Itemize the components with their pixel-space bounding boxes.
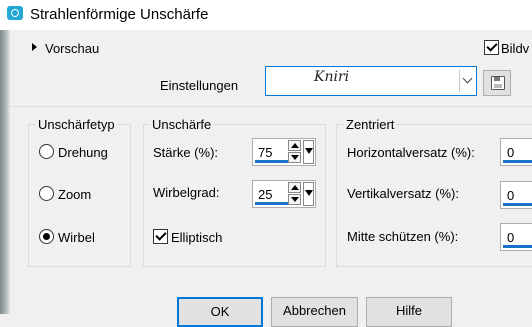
save-preset-button[interactable] (483, 70, 511, 96)
value-underline (503, 160, 532, 163)
v-offset-label: Vertikalversatz (%): (347, 186, 459, 201)
v-offset-value[interactable]: 0 (507, 188, 514, 203)
twirl-value[interactable]: 25 (258, 187, 272, 202)
camera-icon (7, 6, 23, 20)
chevron-down-icon (462, 73, 473, 84)
slider-dropdown-icon[interactable] (303, 140, 314, 164)
expand-arrow-icon[interactable] (32, 43, 37, 51)
title-bar: Strahlenförmige Unschärfe (0, 0, 532, 30)
radio-twirl-label[interactable]: Wirbel (58, 230, 95, 245)
radio-zoom[interactable] (39, 186, 54, 201)
spin-down-icon[interactable] (288, 194, 301, 205)
slider-dropdown-icon[interactable] (303, 182, 314, 206)
divider (10, 106, 532, 107)
twirl-spinner[interactable]: 25 (252, 180, 316, 208)
blur-type-legend: Unschärfetyp (36, 117, 117, 132)
v-offset-field[interactable]: 0 (500, 181, 532, 209)
elliptical-checkbox[interactable] (153, 229, 168, 244)
floppy-disk-icon (491, 76, 505, 90)
h-offset-label: Horizontalversatz (%): (347, 145, 475, 160)
value-underline (503, 203, 532, 206)
h-offset-value[interactable]: 0 (507, 145, 514, 160)
background-image-strip (0, 30, 10, 314)
spin-up-icon[interactable] (288, 182, 301, 193)
spin-up-icon[interactable] (288, 140, 301, 151)
protect-center-label: Mitte schützen (%): (347, 229, 459, 244)
image-view-checkbox[interactable] (484, 40, 499, 55)
elliptical-label[interactable]: Elliptisch (171, 230, 222, 245)
presets-dropdown[interactable]: Kniri (265, 66, 477, 96)
protect-center-field[interactable]: 0 (500, 223, 532, 251)
presets-label: Einstellungen (160, 78, 239, 93)
window-title: Strahlenförmige Unschärfe (30, 6, 209, 23)
dropdown-separator (459, 70, 460, 92)
radio-rotation[interactable] (39, 144, 54, 159)
centered-legend: Zentriert (344, 117, 397, 132)
radio-rotation-label[interactable]: Drehung (58, 145, 108, 160)
radio-zoom-label[interactable]: Zoom (58, 187, 91, 202)
strength-spinner[interactable]: 75 (252, 138, 316, 166)
protect-center-value[interactable]: 0 (507, 230, 514, 245)
blur-legend: Unschärfe (150, 117, 214, 132)
presets-value: Kniri (314, 69, 350, 85)
help-button[interactable]: Hilfe (366, 297, 452, 327)
value-underline (503, 245, 532, 248)
radio-twirl[interactable] (39, 229, 54, 244)
image-view-label: Bildv (501, 41, 530, 56)
spin-down-icon[interactable] (288, 152, 301, 163)
strength-label: Stärke (%): (153, 145, 219, 160)
strength-value[interactable]: 75 (258, 145, 272, 160)
preview-toggle[interactable]: Vorschau (45, 41, 99, 56)
ok-button[interactable]: OK (177, 297, 263, 327)
h-offset-field[interactable]: 0 (500, 138, 532, 166)
cancel-button[interactable]: Abbrechen (271, 297, 358, 327)
twirl-label: Wirbelgrad: (153, 185, 220, 200)
